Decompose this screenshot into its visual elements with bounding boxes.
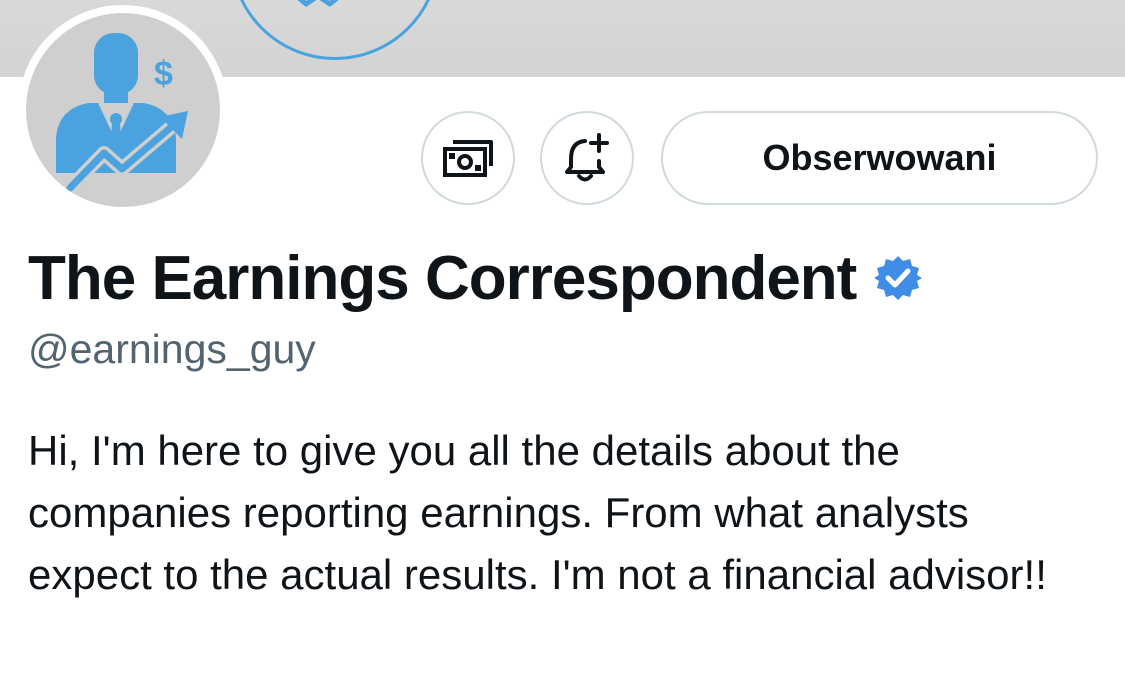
svg-text:$: $ [154,55,173,93]
profile-handle: @earnings_guy [28,326,316,372]
money-icon [443,140,493,177]
bell-plus-icon [565,133,609,182]
verified-badge-icon[interactable] [874,254,923,302]
avatar[interactable]: $ [18,5,228,215]
chart-arrow-icon [297,0,339,7]
avatar-image: $ [26,13,220,207]
following-button[interactable]: Obserwowani [661,111,1098,205]
display-name: The Earnings Correspondent [28,243,857,313]
businessman-growth-icon: $ [56,33,188,195]
tip-button[interactable] [421,111,515,205]
profile-name-row: The Earnings Correspondent [28,238,923,318]
banner-logo-circle [230,0,440,60]
notifications-button[interactable] [540,111,634,205]
profile-bio: Hi, I'm here to give you all the details… [28,427,1047,598]
